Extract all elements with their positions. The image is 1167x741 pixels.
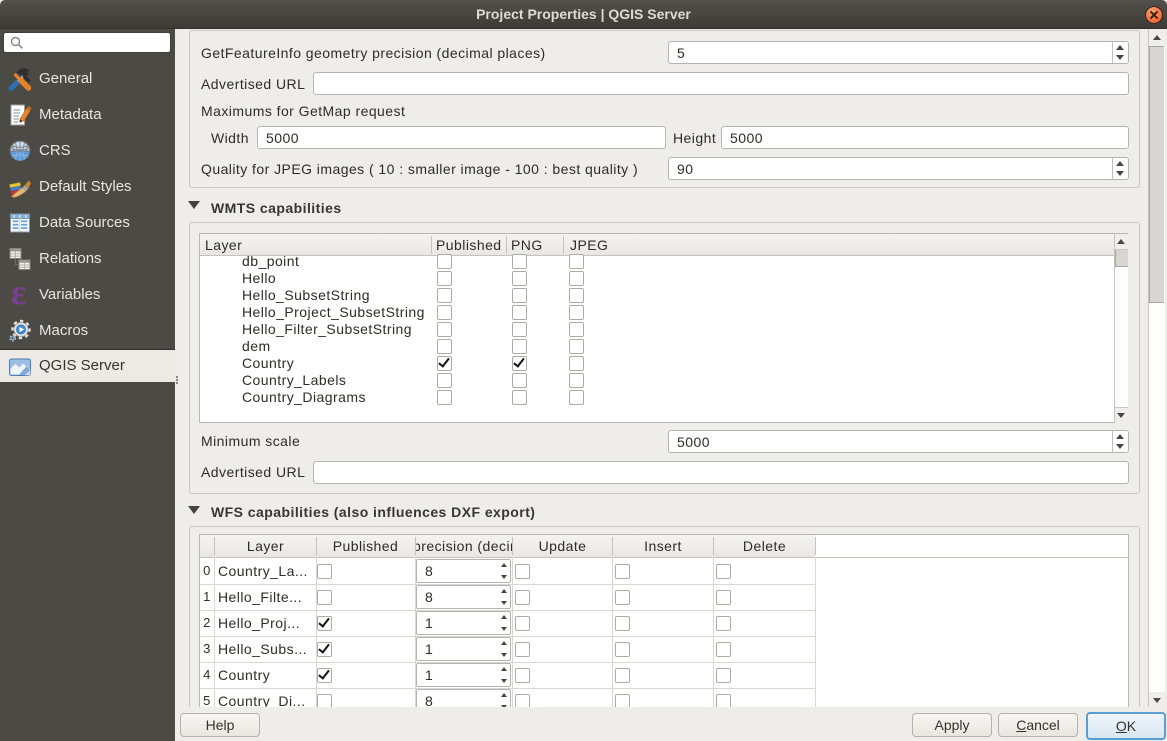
- svg-text:ε: ε: [11, 283, 26, 307]
